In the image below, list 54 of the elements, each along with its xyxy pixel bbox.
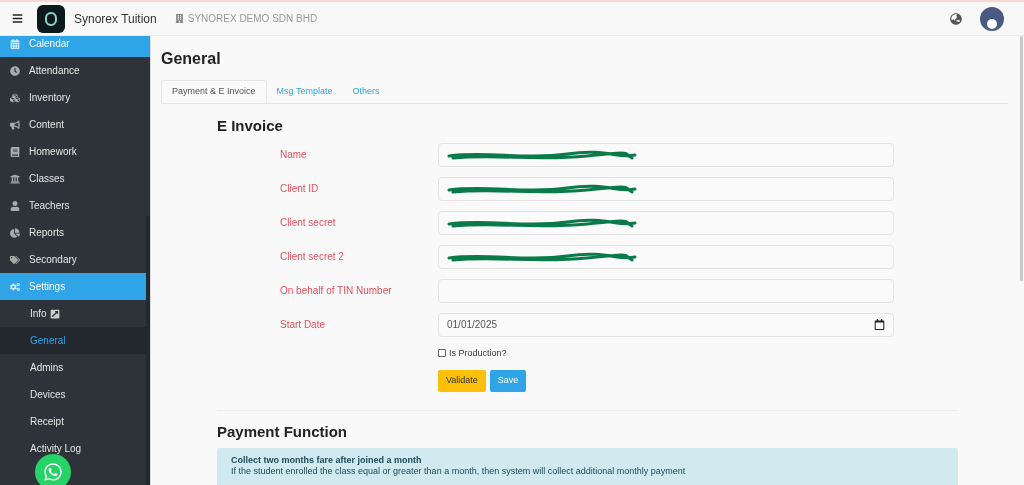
text-field[interactable]	[438, 142, 894, 167]
checkbox[interactable]	[438, 349, 446, 358]
alert-text: If the student enrolled the class equal or greater than a month, then system will collect additional monthly payment	[231, 465, 687, 477]
company-name: SYNOREX DEMO SDN BHD	[187, 12, 318, 26]
sidebar-item[interactable]: Content	[0, 111, 150, 138]
logo-icon[interactable]	[37, 4, 65, 33]
alert-title: Collect two months fare after joined a month	[231, 453, 423, 466]
sidebar-subitem[interactable]: Admins	[0, 354, 150, 381]
app-name: Synorex Tuition	[74, 10, 157, 28]
building-icon	[174, 14, 184, 23]
text-field[interactable]	[438, 210, 894, 235]
boxes-icon	[10, 92, 20, 103]
text-field[interactable]	[438, 176, 894, 201]
field-label: Start Date	[280, 318, 327, 332]
section-heading: E Invoice	[217, 116, 284, 136]
field-label: Client ID	[280, 182, 320, 196]
menu-icon[interactable]	[12, 13, 23, 24]
date-value: 01/01/2025	[447, 318, 498, 332]
megaphone-icon	[10, 119, 20, 130]
field-label: Client secret	[280, 216, 337, 230]
building-icon	[10, 173, 20, 184]
field-label: On behalf of TIN Number	[280, 284, 393, 298]
sidebar-item[interactable]: Attendance	[0, 57, 150, 84]
clock-icon	[10, 65, 20, 76]
whatsapp-button[interactable]	[35, 454, 71, 485]
sidebar-subitem[interactable]: Info	[0, 300, 150, 327]
gears-icon	[10, 281, 20, 292]
checkbox-label: Is Production?	[449, 346, 507, 360]
sidebar-item[interactable]: Reports	[0, 219, 150, 246]
calendar-icon[interactable]	[874, 319, 885, 330]
tab[interactable]: Payment & E Invoice	[161, 80, 267, 103]
field-label: Client secret 2	[280, 250, 345, 264]
sidebar-subitem[interactable]: Receipt	[0, 408, 150, 435]
sidebar-item[interactable]: Classes	[0, 165, 150, 192]
action-button[interactable]: Validate	[438, 370, 486, 392]
date-field[interactable]: 01/01/2025	[438, 312, 894, 337]
book-icon	[10, 146, 20, 157]
tag-icon	[10, 254, 20, 265]
avatar[interactable]	[980, 6, 1004, 31]
section-heading: Payment Function	[217, 422, 348, 442]
sidebar-subitem[interactable]: Devices	[0, 381, 150, 408]
sidebar-item[interactable]: Teachers	[0, 192, 150, 219]
globe-icon[interactable]	[950, 12, 962, 25]
sidebar-subitem[interactable]: Activity Log	[0, 435, 150, 462]
text-field[interactable]	[438, 244, 894, 269]
field-label: Name	[280, 148, 308, 162]
pie-chart-icon	[10, 227, 20, 238]
page-title: General	[161, 49, 222, 69]
person-icon	[10, 200, 20, 211]
sidebar-item[interactable]: Inventory	[0, 84, 150, 111]
whatsapp-icon	[43, 462, 63, 482]
sidebar-item[interactable]: Secondary	[0, 246, 150, 273]
sidebar-item[interactable]: Homework	[0, 138, 150, 165]
calendar-icon	[10, 38, 20, 49]
